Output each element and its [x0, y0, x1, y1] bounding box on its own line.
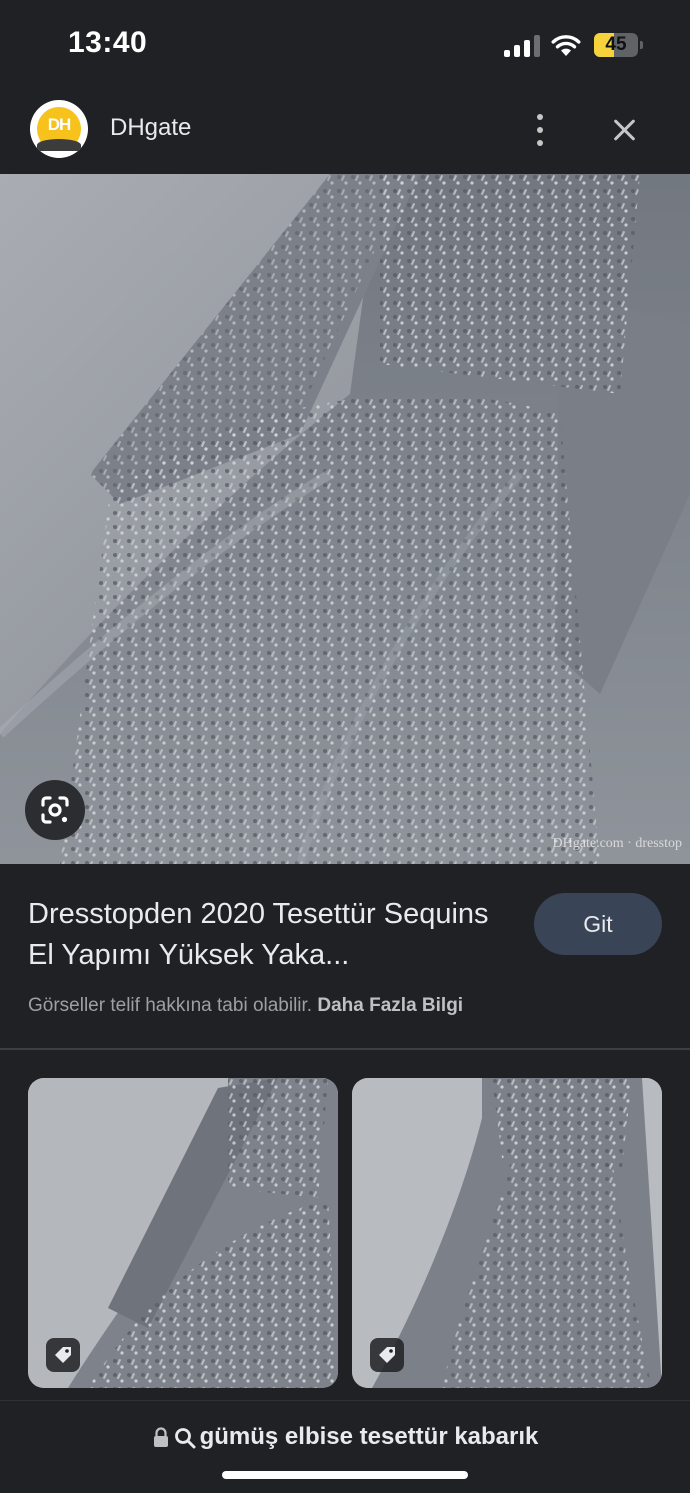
search-query-row[interactable]: gümüş elbise tesettür kabarık: [0, 1423, 690, 1451]
source-header: DH DHgate: [0, 90, 690, 174]
more-info-link[interactable]: Daha Fazla Bilgi: [317, 995, 463, 1016]
site-logo[interactable]: DH: [30, 100, 88, 158]
result-info: Dresstopden 2020 Tesettür Sequins El Yap…: [0, 864, 690, 1048]
section-divider: [0, 1048, 690, 1050]
related-image-1[interactable]: [28, 1078, 338, 1388]
site-name[interactable]: DHgate: [110, 114, 191, 142]
home-indicator[interactable]: [222, 1471, 468, 1479]
dress-photo: [0, 174, 690, 864]
price-tag-icon: [370, 1338, 404, 1372]
copyright-notice: Görseller telif hakkına tabi olabilir. D…: [28, 995, 463, 1017]
wifi-icon: [551, 35, 581, 56]
battery-icon: 45: [594, 33, 644, 57]
main-product-image[interactable]: [0, 174, 690, 864]
image-viewer-page: 13:40 45 DH DHgate DHgate.com · dresstop…: [0, 0, 690, 1493]
google-lens-icon: [41, 796, 69, 824]
search-icon: [174, 1427, 196, 1449]
search-query-text: gümüş elbise tesettür kabarık: [199, 1423, 539, 1450]
lock-icon: [153, 1427, 168, 1447]
visit-button[interactable]: Git: [534, 893, 662, 955]
copyright-text: Görseller telif hakkına tabi olabilir.: [28, 995, 313, 1016]
battery-level: 45: [605, 34, 627, 55]
image-watermark: DHgate.com · dresstop: [552, 836, 682, 851]
status-bar: 13:40 45: [0, 0, 690, 90]
related-image-2[interactable]: [352, 1078, 662, 1388]
product-title[interactable]: Dresstopden 2020 Tesettür Sequins El Yap…: [28, 894, 508, 976]
more-vert-icon: [537, 114, 543, 120]
google-lens-button[interactable]: [25, 780, 85, 840]
bottom-search-bar[interactable]: gümüş elbise tesettür kabarık: [0, 1400, 690, 1493]
status-time: 13:40: [68, 26, 148, 59]
site-logo-text: DH: [47, 115, 72, 134]
close-icon[interactable]: [604, 110, 644, 150]
signal-icon: [504, 35, 540, 57]
price-tag-icon: [46, 1338, 80, 1372]
more-options-button[interactable]: [520, 108, 560, 152]
